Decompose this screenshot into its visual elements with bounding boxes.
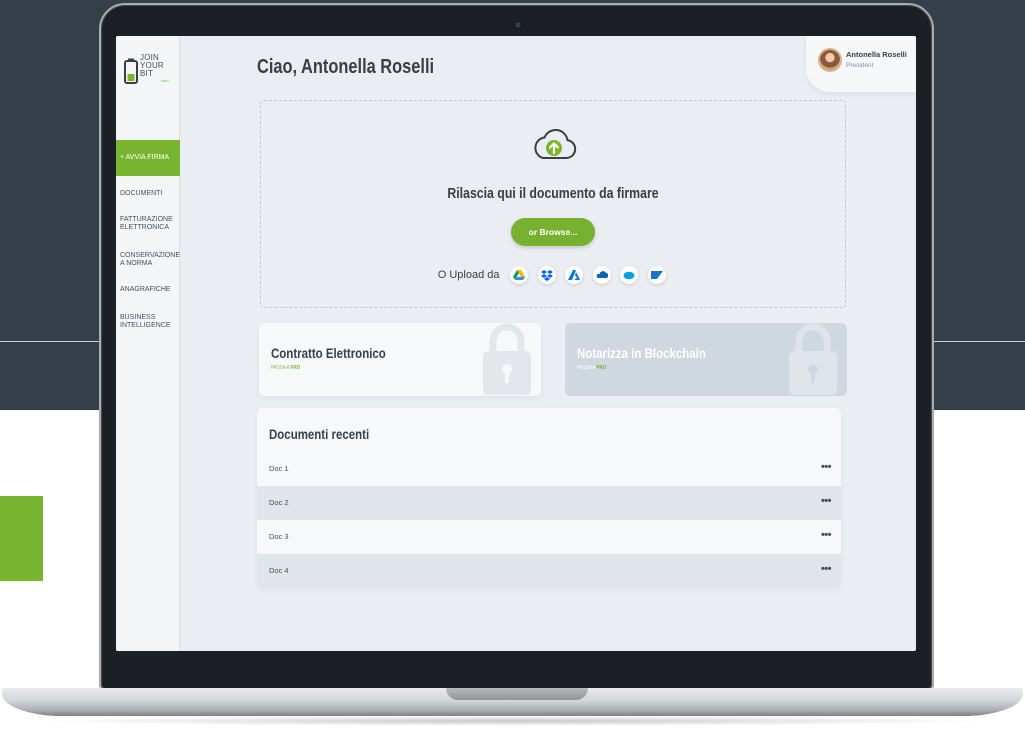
azure-icon[interactable] (565, 266, 584, 284)
more-options-icon[interactable]: ••• (821, 529, 832, 541)
salesforce-icon[interactable] (620, 266, 639, 284)
sidebar-item-anagrafiche[interactable]: ANAGRAFICHE (116, 286, 180, 294)
logo-wordmark: JOIN YOUR BIT (140, 53, 164, 78)
user-menu[interactable]: Antonella Roselli President (806, 36, 916, 92)
upload-sources: O Upload da (261, 266, 845, 284)
sidebar-item-documenti[interactable]: DOCUMENTI (116, 190, 180, 198)
sidebar: JOIN YOUR BIT .com + AVVIA FIRMA DOCUMEN… (116, 36, 180, 651)
avatar (818, 48, 842, 72)
recent-documents: Documenti recenti Doc 1 ••• Doc 2 ••• Do… (257, 408, 841, 588)
upload-from-label: O Upload da (437, 269, 500, 281)
more-options-icon[interactable]: ••• (821, 461, 832, 473)
app-screen: JOIN YOUR BIT .com + AVVIA FIRMA DOCUMEN… (116, 36, 916, 651)
upgrade-pro-label: PASSA A PRO (271, 365, 301, 371)
sidebar-item-business-intelligence[interactable]: BUSINESS INTELLIGENCE (116, 314, 172, 330)
more-options-icon[interactable]: ••• (821, 495, 832, 507)
dropzone-title: Rilascia qui il documento da firmare (447, 185, 659, 202)
dropbox-icon[interactable] (537, 266, 556, 284)
user-name: Antonella Roselli (846, 50, 907, 59)
google-drive-icon[interactable] (510, 266, 529, 284)
decor-line-left (0, 341, 110, 342)
camera-icon (514, 21, 522, 29)
sidebar-nav: + AVVIA FIRMA DOCUMENTI FATTURAZIONE ELE… (116, 140, 180, 330)
recent-documents-title: Documenti recenti (269, 426, 370, 442)
card-notarizza-blockchain[interactable]: Notarizza in Blockchain PASSA A PRO (565, 323, 847, 396)
lock-icon (483, 323, 531, 395)
document-name: Doc 4 (269, 566, 289, 575)
logo-suffix: .com (160, 78, 169, 83)
green-accent-block (0, 496, 43, 581)
page-title: Ciao, Antonella Roselli (257, 56, 435, 78)
cloud-upload-icon (534, 128, 577, 160)
document-name: Doc 2 (269, 498, 289, 507)
sidebar-item-fatturazione[interactable]: FATTURAZIONE ELETTRONICA (116, 216, 173, 232)
logo[interactable]: JOIN YOUR BIT .com (124, 54, 176, 88)
lock-icon (789, 323, 837, 395)
upload-dropzone[interactable]: Rilascia qui il documento da firmare or … (260, 100, 846, 308)
card-title: Notarizza in Blockchain (577, 345, 706, 361)
battery-logo-icon (124, 58, 138, 84)
list-item[interactable]: Doc 2 ••• (257, 486, 841, 520)
decor-line-right (928, 341, 1025, 342)
card-title: Contratto Elettronico (271, 345, 386, 361)
sap-icon[interactable] (647, 266, 666, 284)
document-name: Doc 3 (269, 532, 289, 541)
laptop-notch (446, 688, 588, 700)
user-role: President (846, 62, 874, 69)
browse-button[interactable]: or Browse... (511, 218, 595, 246)
upgrade-pro-label: PASSA A PRO (577, 365, 607, 371)
onedrive-icon[interactable] (592, 266, 611, 284)
document-name: Doc 1 (269, 464, 289, 473)
laptop-shadow (30, 716, 995, 726)
list-item[interactable]: Doc 1 ••• (257, 452, 841, 486)
sidebar-item-conservazione[interactable]: CONSERVAZIONE A NORMA (116, 252, 180, 268)
sidebar-item-avvia-firma[interactable]: + AVVIA FIRMA (116, 140, 180, 176)
card-contratto-elettronico[interactable]: Contratto Elettronico PASSA A PRO (259, 323, 541, 396)
list-item[interactable]: Doc 4 ••• (257, 554, 841, 588)
more-options-icon[interactable]: ••• (821, 563, 832, 575)
list-item[interactable]: Doc 3 ••• (257, 520, 841, 554)
